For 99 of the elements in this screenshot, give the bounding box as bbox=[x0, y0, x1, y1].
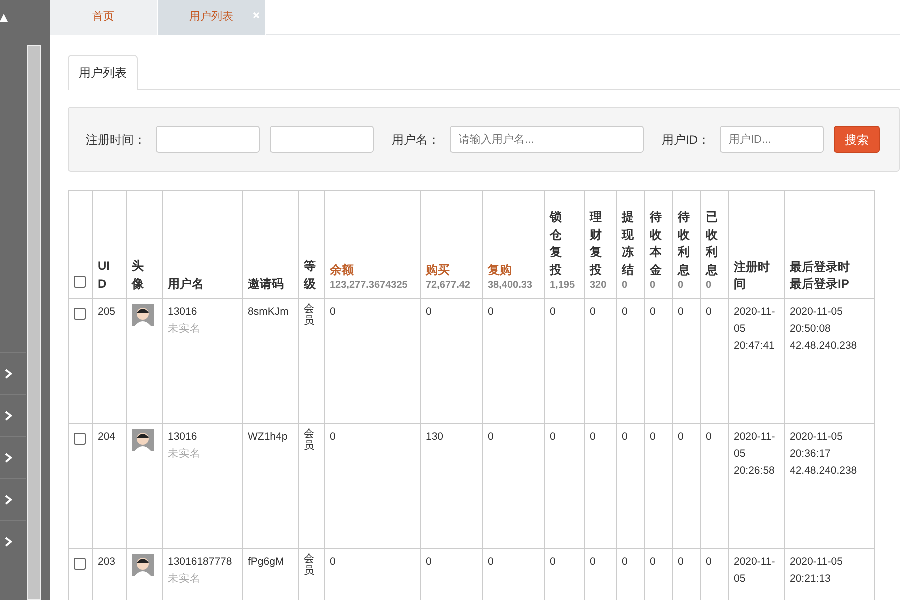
column-header[interactable]: 头像 bbox=[132, 258, 144, 293]
checkbox[interactable] bbox=[74, 558, 86, 570]
column-header[interactable]: 已收利息 bbox=[706, 209, 718, 279]
table-cell: 会员 bbox=[304, 554, 314, 578]
table-cell: 203 bbox=[98, 556, 116, 568]
chevron-right-icon bbox=[5, 494, 13, 504]
table-cell: 0 bbox=[488, 556, 494, 568]
panel-tab[interactable]: 用户列表 bbox=[68, 55, 138, 90]
table-cell: 0 bbox=[622, 556, 628, 568]
table-cell: 0 bbox=[488, 306, 494, 318]
column-total: 72,677.42 bbox=[426, 279, 472, 293]
column-header[interactable]: 购买 bbox=[426, 262, 477, 279]
column-header[interactable]: 理财复投 bbox=[590, 209, 602, 279]
table-cell: 0 bbox=[330, 306, 336, 318]
table-cell: 0 bbox=[488, 431, 494, 443]
column-total: 123,277.3674325 bbox=[330, 279, 409, 293]
column-header[interactable]: 用户名 bbox=[168, 276, 237, 293]
table-cell: 0 bbox=[622, 306, 628, 318]
scrollbar[interactable] bbox=[27, 45, 41, 600]
column-header[interactable]: 锁仓复投 bbox=[550, 209, 562, 279]
column-total: 0 bbox=[706, 279, 713, 293]
chevron-right-icon bbox=[5, 452, 13, 462]
table-cell: 会员 bbox=[304, 304, 314, 328]
column-header[interactable]: 最后登录时 bbox=[790, 259, 869, 276]
table-cell: 204 bbox=[98, 431, 116, 443]
table-cell: 0 bbox=[550, 306, 556, 318]
column-total: 0 bbox=[650, 279, 657, 293]
table-cell: 2020-11-05 20:47:41 bbox=[734, 306, 776, 352]
table-cell: fPg6gM bbox=[248, 556, 284, 568]
table-cell-text: 2020-11-05 20:21:13 bbox=[790, 555, 844, 587]
column-header: 最后登录IP bbox=[790, 276, 850, 293]
column-header[interactable]: 待收利息 bbox=[678, 209, 690, 279]
table-cell-text: 13016187778 bbox=[168, 555, 234, 570]
table-cell: 0 bbox=[590, 556, 596, 568]
column-header[interactable]: 邀请码 bbox=[248, 276, 293, 293]
column-header[interactable]: 提现冻结 bbox=[622, 209, 634, 279]
table-cell: 0 bbox=[590, 306, 596, 318]
column-header[interactable]: 余额 bbox=[330, 262, 415, 279]
table-cell: 2020-11-05 20:26:58 bbox=[734, 431, 776, 477]
table-cell: 8smKJm bbox=[248, 306, 289, 318]
table-cell: 0 bbox=[650, 431, 656, 443]
column-header[interactable]: 待收本金 bbox=[650, 209, 662, 279]
table-cell: 0 bbox=[426, 556, 432, 568]
table-cell-text: 未实名 bbox=[168, 572, 202, 587]
date-field[interactable] bbox=[156, 126, 260, 153]
avatar-icon bbox=[132, 429, 154, 451]
search-button[interactable]: 搜索 bbox=[834, 126, 880, 153]
column-total: 38,400.33 bbox=[488, 279, 534, 293]
table-cell: 0 bbox=[650, 306, 656, 318]
table-cell: 2020-11-05 bbox=[734, 556, 776, 585]
table-cell-text: 未实名 bbox=[168, 322, 202, 337]
table-cell-text: 2020-11-05 20:50:08 bbox=[790, 305, 844, 337]
table-cell: 0 bbox=[550, 556, 556, 568]
table-cell-text: 13016 bbox=[168, 430, 198, 445]
table-cell: 0 bbox=[678, 556, 684, 568]
table-cell: 0 bbox=[650, 556, 656, 568]
checkbox[interactable] bbox=[74, 276, 86, 288]
table-cell: 0 bbox=[590, 431, 596, 443]
input-field[interactable]: 用户ID... bbox=[720, 126, 824, 153]
checkbox[interactable] bbox=[74, 433, 86, 445]
table-cell: 0 bbox=[330, 556, 336, 568]
column-header[interactable]: 复购 bbox=[488, 262, 539, 279]
table-cell: 0 bbox=[622, 431, 628, 443]
column-total: 320 bbox=[590, 279, 608, 293]
triangle-icon bbox=[0, 14, 8, 22]
table-cell: 0 bbox=[706, 556, 712, 568]
avatar-icon bbox=[132, 554, 154, 576]
table-cell: 0 bbox=[550, 431, 556, 443]
input-field[interactable]: 请输入用户名... bbox=[450, 126, 644, 153]
table-cell-text: 2020-11-05 20:36:17 bbox=[790, 430, 844, 462]
column-total: 0 bbox=[622, 279, 629, 293]
table-cell-text: 42.48.240.238 bbox=[790, 464, 858, 479]
checkbox[interactable] bbox=[74, 308, 86, 320]
column-total: 0 bbox=[678, 279, 685, 293]
table-cell-text: 13016 bbox=[168, 305, 198, 320]
table-cell: 0 bbox=[330, 431, 336, 443]
column-header[interactable]: 等级 bbox=[304, 258, 316, 293]
table-cell: 0 bbox=[706, 431, 712, 443]
chevron-right-icon bbox=[5, 368, 13, 378]
table-cell: 会员 bbox=[304, 429, 314, 452]
chevron-right-icon bbox=[5, 536, 13, 546]
chevron-right-icon bbox=[5, 410, 13, 420]
table-cell: 0 bbox=[678, 306, 684, 318]
avatar-icon bbox=[132, 304, 154, 326]
table-cell: WZ1h4p bbox=[248, 431, 288, 443]
date-field[interactable] bbox=[270, 126, 374, 153]
table-cell-text: 未实名 bbox=[168, 446, 202, 462]
column-total: 1,195 bbox=[550, 279, 576, 293]
table-cell: 0 bbox=[426, 306, 432, 318]
filter-label: 注册时间： bbox=[86, 132, 146, 148]
table-cell: 130 bbox=[426, 431, 444, 443]
column-header[interactable]: UID bbox=[98, 258, 110, 293]
table-cell: 205 bbox=[98, 306, 116, 318]
filter-label: 用户ID： bbox=[662, 132, 710, 148]
table-cell: 0 bbox=[678, 431, 684, 443]
filter-label: 用户名： bbox=[392, 132, 440, 148]
table-cell: 0 bbox=[706, 306, 712, 318]
tab[interactable]: 首页 bbox=[50, 0, 158, 35]
table-cell-text: 42.48.240.238 bbox=[790, 338, 858, 354]
